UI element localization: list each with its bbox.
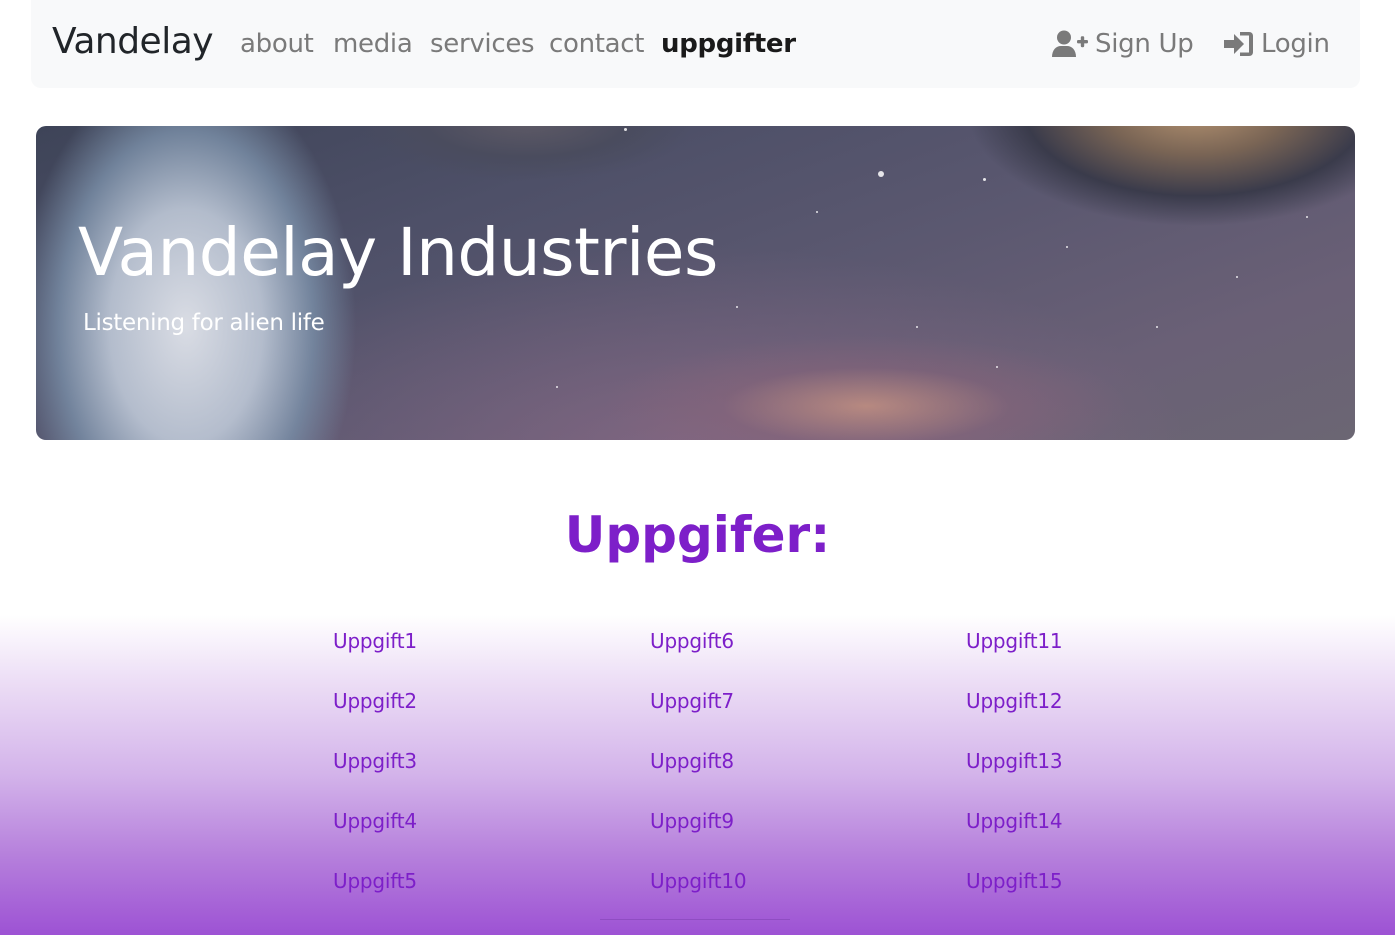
nav-link-services[interactable]: services (430, 26, 535, 62)
task-link[interactable]: Uppgift9 (650, 807, 734, 835)
task-link[interactable]: Uppgift8 (650, 747, 734, 775)
star (1306, 216, 1308, 218)
hero-title: Vandelay Industries (78, 214, 718, 291)
task-link[interactable]: Uppgift14 (966, 807, 1063, 835)
tasks-heading: Uppgifer: (564, 506, 831, 564)
login-link[interactable]: Login (1224, 26, 1330, 62)
signup-link[interactable]: Sign Up (1052, 26, 1194, 62)
nav-link-contact[interactable]: contact (549, 26, 645, 62)
page: Vandelay about media services contact up… (0, 0, 1395, 935)
task-link[interactable]: Uppgift4 (333, 807, 417, 835)
sign-in-icon (1224, 30, 1254, 58)
star (1066, 246, 1068, 248)
task-link[interactable]: Uppgift11 (966, 627, 1063, 655)
task-link[interactable]: Uppgift2 (333, 687, 417, 715)
task-link[interactable]: Uppgift1 (333, 627, 417, 655)
user-plus-icon (1052, 30, 1088, 58)
star (878, 171, 884, 177)
star (556, 386, 558, 388)
star (996, 366, 998, 368)
brand-link[interactable]: Vandelay (52, 18, 214, 66)
login-label: Login (1261, 29, 1330, 59)
star (1156, 326, 1158, 328)
star (916, 326, 918, 328)
task-link[interactable]: Uppgift3 (333, 747, 417, 775)
signup-label: Sign Up (1095, 29, 1194, 59)
task-link[interactable]: Uppgift7 (650, 687, 734, 715)
star (983, 178, 986, 181)
task-link[interactable]: Uppgift12 (966, 687, 1063, 715)
task-link[interactable]: Uppgift15 (966, 867, 1063, 895)
nav-link-media[interactable]: media (333, 26, 413, 62)
task-link[interactable]: Uppgift10 (650, 867, 747, 895)
hero-banner: Vandelay Industries Listening for alien … (36, 126, 1355, 440)
task-link[interactable]: Uppgift6 (650, 627, 734, 655)
star (816, 211, 818, 213)
star (624, 128, 627, 131)
nav-link-uppgifter[interactable]: uppgifter (661, 26, 796, 62)
task-link[interactable]: Uppgift5 (333, 867, 417, 895)
star (1236, 276, 1238, 278)
hero-subtitle: Listening for alien life (83, 310, 325, 336)
task-link[interactable]: Uppgift13 (966, 747, 1063, 775)
star (736, 306, 738, 308)
navbar: Vandelay about media services contact up… (31, 0, 1360, 88)
footer-divider (600, 919, 790, 920)
nav-link-about[interactable]: about (240, 26, 314, 62)
